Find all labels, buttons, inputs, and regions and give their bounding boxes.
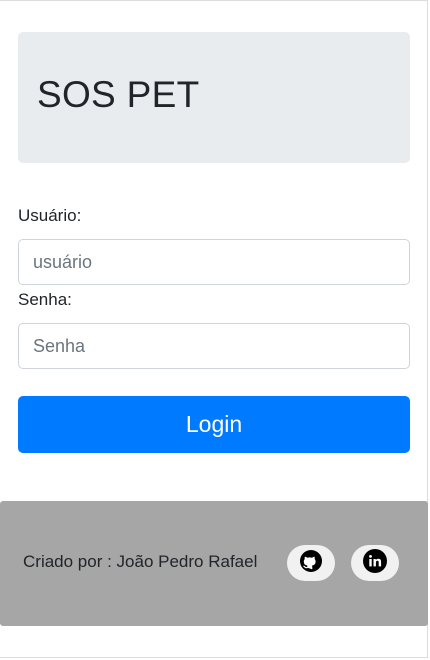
github-link[interactable] (287, 545, 335, 581)
password-label: Senha: (18, 290, 72, 309)
page-title: SOS PET (37, 74, 200, 115)
password-input[interactable] (18, 323, 410, 369)
linkedin-icon (363, 548, 387, 578)
username-label: Usuário: (18, 206, 82, 225)
page: SOS PET Usuário: Senha: Login Criado por… (0, 0, 428, 658)
username-input[interactable] (18, 239, 410, 285)
github-icon (299, 549, 323, 578)
linkedin-link[interactable] (351, 545, 399, 581)
footer: Criado por : João Pedro Rafael (0, 501, 428, 626)
login-button[interactable]: Login (18, 396, 410, 453)
header-banner: SOS PET (18, 32, 410, 163)
footer-credit: Criado por : João Pedro Rafael (23, 552, 258, 571)
